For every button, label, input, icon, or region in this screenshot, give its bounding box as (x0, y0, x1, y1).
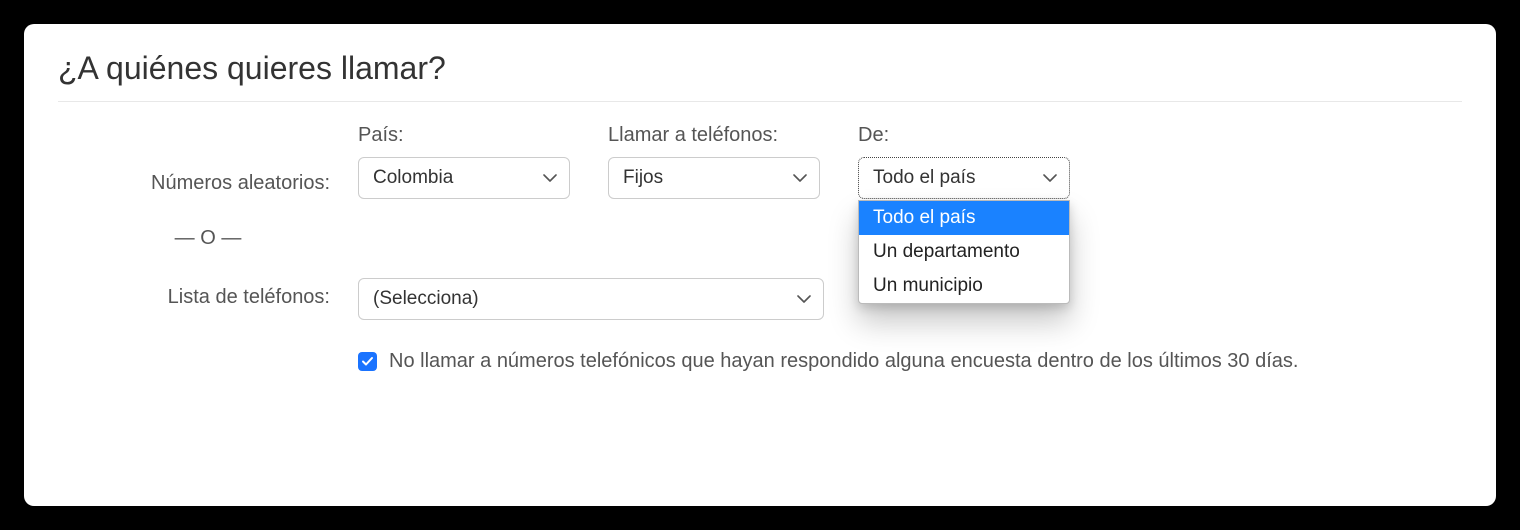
dropdown-option[interactable]: Un departamento (859, 235, 1069, 269)
chevron-down-icon (543, 173, 557, 183)
select-phone-list[interactable]: (Selecciona) (358, 278, 824, 320)
label-phone-type: Llamar a teléfonos: (608, 124, 820, 147)
chevron-down-icon (1043, 173, 1057, 183)
checkbox-no-repeat[interactable] (358, 352, 377, 371)
select-phone-list-value: (Selecciona) (373, 288, 479, 310)
divider (58, 101, 1462, 102)
dropdown-option[interactable]: Todo el país (859, 201, 1069, 235)
chevron-down-icon (793, 173, 807, 183)
dropdown-option[interactable]: Un municipio (859, 269, 1069, 303)
field-country: País: Colombia (358, 124, 570, 199)
section-title: ¿A quiénes quieres llamar? (58, 50, 1462, 87)
select-country[interactable]: Colombia (358, 157, 570, 199)
select-phone-type[interactable]: Fijos (608, 157, 820, 199)
checkbox-no-repeat-label: No llamar a números telefónicos que haya… (389, 350, 1298, 373)
label-scope: De: (858, 124, 1070, 147)
field-phone-type: Llamar a teléfonos: Fijos (608, 124, 820, 199)
chevron-down-icon (797, 294, 811, 304)
select-phone-type-value: Fijos (623, 167, 663, 189)
select-scope[interactable]: Todo el país (858, 157, 1070, 199)
select-scope-value: Todo el país (873, 167, 975, 189)
no-repeat-row: No llamar a números telefónicos que haya… (358, 350, 1462, 373)
field-scope: De: Todo el país Todo el país Un departa… (858, 124, 1070, 199)
label-country: País: (358, 124, 570, 147)
row-list-label: Lista de teléfonos: (58, 278, 358, 320)
dropdown-scope: Todo el país Un departamento Un municipi… (858, 200, 1070, 304)
form-grid: Números aleatorios: País: Colombia Llama… (58, 124, 1462, 373)
row-random-fields: País: Colombia Llamar a teléfonos: Fijos (358, 124, 1462, 199)
or-separator: — O — (58, 199, 358, 278)
row-random-label: Números aleatorios: (58, 124, 358, 199)
form-card: ¿A quiénes quieres llamar? Números aleat… (24, 24, 1496, 506)
select-country-value: Colombia (373, 167, 453, 189)
